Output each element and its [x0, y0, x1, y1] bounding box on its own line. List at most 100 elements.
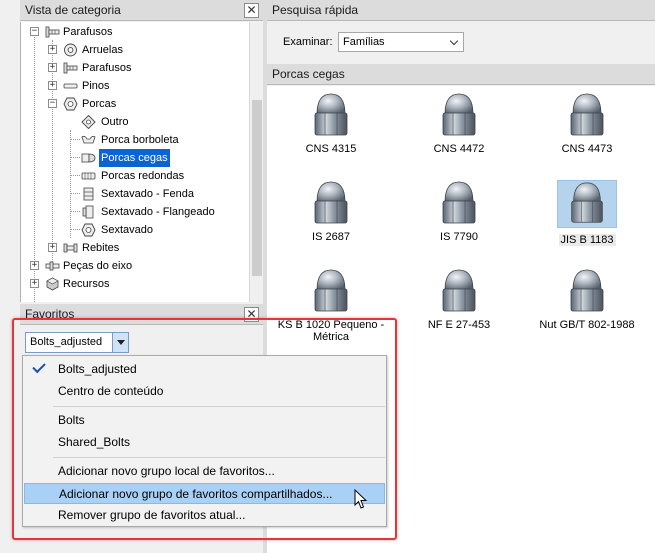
collapse-icon[interactable]: − — [48, 99, 57, 108]
tree-scrollbar[interactable] — [249, 22, 263, 302]
result-item-label: IS 2687 — [312, 231, 350, 243]
feature-icon — [46, 277, 59, 291]
tree-item-sextavado-fenda[interactable]: Sextavado - Fenda — [21, 185, 262, 203]
rivet-icon — [63, 243, 78, 253]
tree-item-porcas-cegas[interactable]: Porcas cegas — [21, 149, 262, 167]
cap-nut-thumbnail-icon — [557, 92, 617, 140]
tree-item-pecas-do-eixo[interactable]: + Peças do eixo — [21, 257, 262, 275]
tree-item-label: Pinos — [82, 80, 110, 92]
tree-item-label: Peças do eixo — [63, 260, 133, 272]
browse-select-value: Famílias — [343, 36, 385, 48]
menu-item-label: Bolts — [58, 413, 85, 427]
result-item-is-7790[interactable]: IS 7790 — [399, 180, 519, 243]
tree-item-porcas[interactable]: − Porcas — [21, 95, 262, 113]
result-item-ks-b-1020[interactable]: KS B 1020 Pequeno - Métrica — [271, 268, 391, 343]
results-header: Porcas cegas — [267, 64, 655, 85]
result-item-label: CNS 4472 — [433, 143, 485, 155]
favorites-group-value: Bolts_adjusted — [30, 336, 103, 348]
cap-nut-thumbnail-icon — [557, 268, 617, 316]
chevron-down-icon — [449, 36, 459, 46]
favorites-group-dropdown[interactable]: Bolts_adjusted — [25, 332, 129, 353]
result-item-label: CNS 4315 — [305, 143, 357, 155]
result-item-label: KS B 1020 Pequeno - Métrica — [277, 319, 385, 343]
result-item-label: CNS 4473 — [561, 143, 613, 155]
menu-item-centro-de-conteudo[interactable]: Centro de conteúdo — [24, 381, 385, 402]
quick-search-header: Pesquisa rápida — [267, 0, 655, 21]
tree-item-outro[interactable]: Outro — [21, 113, 262, 131]
favorites-panel-title: Favoritos — [25, 307, 75, 321]
cap-nut-thumbnail-icon — [557, 180, 617, 228]
result-item-is-2687[interactable]: IS 2687 — [271, 180, 391, 243]
expand-icon[interactable]: + — [48, 243, 57, 252]
diamond-nut-icon — [81, 115, 96, 129]
result-item-label: NF E 27-453 — [427, 319, 491, 331]
tree-item-label: Porcas cegas — [99, 149, 170, 167]
result-item-cns-4472[interactable]: CNS 4472 — [399, 92, 519, 155]
tree-item-rebites[interactable]: + Rebites — [21, 239, 262, 257]
tree-item-sextavado-flangeado[interactable]: Sextavado - Flangeado — [21, 203, 262, 221]
tree-item-label: Arruelas — [82, 44, 123, 56]
bolt-group-icon — [63, 62, 78, 74]
browse-select[interactable]: Famílias — [338, 32, 464, 52]
cap-nut-thumbnail-icon — [301, 268, 361, 316]
tree-item-parafusos-sub[interactable]: + Parafusos — [21, 59, 262, 77]
menu-item-label: Shared_Bolts — [58, 435, 131, 449]
result-item-label: Nut GB/T 802-1988 — [539, 319, 635, 331]
expand-icon[interactable]: + — [30, 261, 39, 270]
menu-item-add-local-group[interactable]: Adicionar novo grupo local de favoritos.… — [24, 461, 385, 482]
tree-item-label: Outro — [101, 116, 129, 128]
tree-item-label: Recursos — [63, 278, 110, 290]
close-favorites-panel-icon[interactable]: ✕ — [244, 307, 259, 322]
tree-item-porcas-redondas[interactable]: Porcas redondas — [21, 167, 262, 185]
shaft-part-icon — [45, 261, 60, 271]
dropdown-arrow-icon[interactable] — [112, 333, 128, 352]
result-item-label: IS 7790 — [440, 231, 478, 243]
result-item-jis-b-1183[interactable]: JIS B 1183 — [527, 180, 647, 246]
cap-nut-icon — [81, 153, 96, 163]
expand-icon[interactable]: + — [48, 63, 57, 72]
washer-icon — [64, 43, 77, 57]
category-panel-title: Vista de categoria — [25, 3, 121, 17]
favorites-toolbar: Bolts_adjusted — [20, 326, 263, 356]
menu-item-bolts[interactable]: Bolts — [24, 410, 385, 431]
result-item-cns-4315[interactable]: CNS 4315 — [271, 92, 391, 155]
menu-item-shared-bolts[interactable]: Shared_Bolts — [24, 432, 385, 453]
menu-item-label: Remover grupo de favoritos atual... — [58, 508, 246, 522]
close-category-panel-icon[interactable]: ✕ — [244, 3, 259, 18]
collapse-icon[interactable]: − — [30, 27, 39, 36]
menu-item-label: Adicionar novo grupo de favoritos compar… — [59, 487, 333, 501]
results-title: Porcas cegas — [272, 67, 345, 81]
expand-icon[interactable]: + — [48, 81, 57, 90]
wing-nut-icon — [81, 135, 96, 144]
tree-item-label: Sextavado — [101, 224, 153, 236]
tree-item-label: Porcas redondas — [101, 170, 185, 182]
expand-icon[interactable]: + — [30, 279, 39, 288]
slotted-hex-nut-icon — [83, 187, 94, 201]
check-icon — [32, 359, 46, 374]
menu-item-label: Centro de conteúdo — [58, 384, 164, 398]
tree-item-recursos[interactable]: + Recursos — [21, 275, 262, 293]
cap-nut-thumbnail-icon — [429, 92, 489, 140]
menu-item-bolts-adjusted[interactable]: Bolts_adjusted — [24, 359, 385, 380]
category-tree: − Parafusos + Arruelas + Parafusos + Pin… — [20, 22, 263, 302]
menu-separator — [53, 406, 385, 407]
round-nut-icon — [81, 172, 96, 180]
result-item-nf-e-27-453[interactable]: NF E 27-453 — [399, 268, 519, 331]
tree-item-porca-borboleta[interactable]: Porca borboleta — [21, 131, 262, 149]
result-item-label: JIS B 1183 — [558, 234, 616, 246]
tree-item-parafusos[interactable]: − Parafusos — [21, 23, 262, 41]
cap-nut-thumbnail-icon — [429, 180, 489, 228]
expand-icon[interactable]: + — [48, 45, 57, 54]
tree-item-arruelas[interactable]: + Arruelas — [21, 41, 262, 59]
menu-item-add-shared-group[interactable]: Adicionar novo grupo de favoritos compar… — [24, 483, 385, 504]
result-item-cns-4473[interactable]: CNS 4473 — [527, 92, 647, 155]
tree-item-label: Porca borboleta — [101, 134, 179, 146]
menu-item-remove-group[interactable]: Remover grupo de favoritos atual... — [24, 505, 385, 526]
tree-scrollbar-thumb[interactable] — [252, 100, 262, 276]
favorites-group-menu: Bolts_adjusted Centro de conteúdo Bolts … — [22, 355, 387, 527]
tree-item-sextavado[interactable]: Sextavado — [21, 221, 262, 239]
pin-icon — [63, 83, 78, 89]
bolt-group-icon — [45, 26, 60, 38]
tree-item-pinos[interactable]: + Pinos — [21, 77, 262, 95]
result-item-nut-gb-t-802[interactable]: Nut GB/T 802-1988 — [527, 268, 647, 331]
